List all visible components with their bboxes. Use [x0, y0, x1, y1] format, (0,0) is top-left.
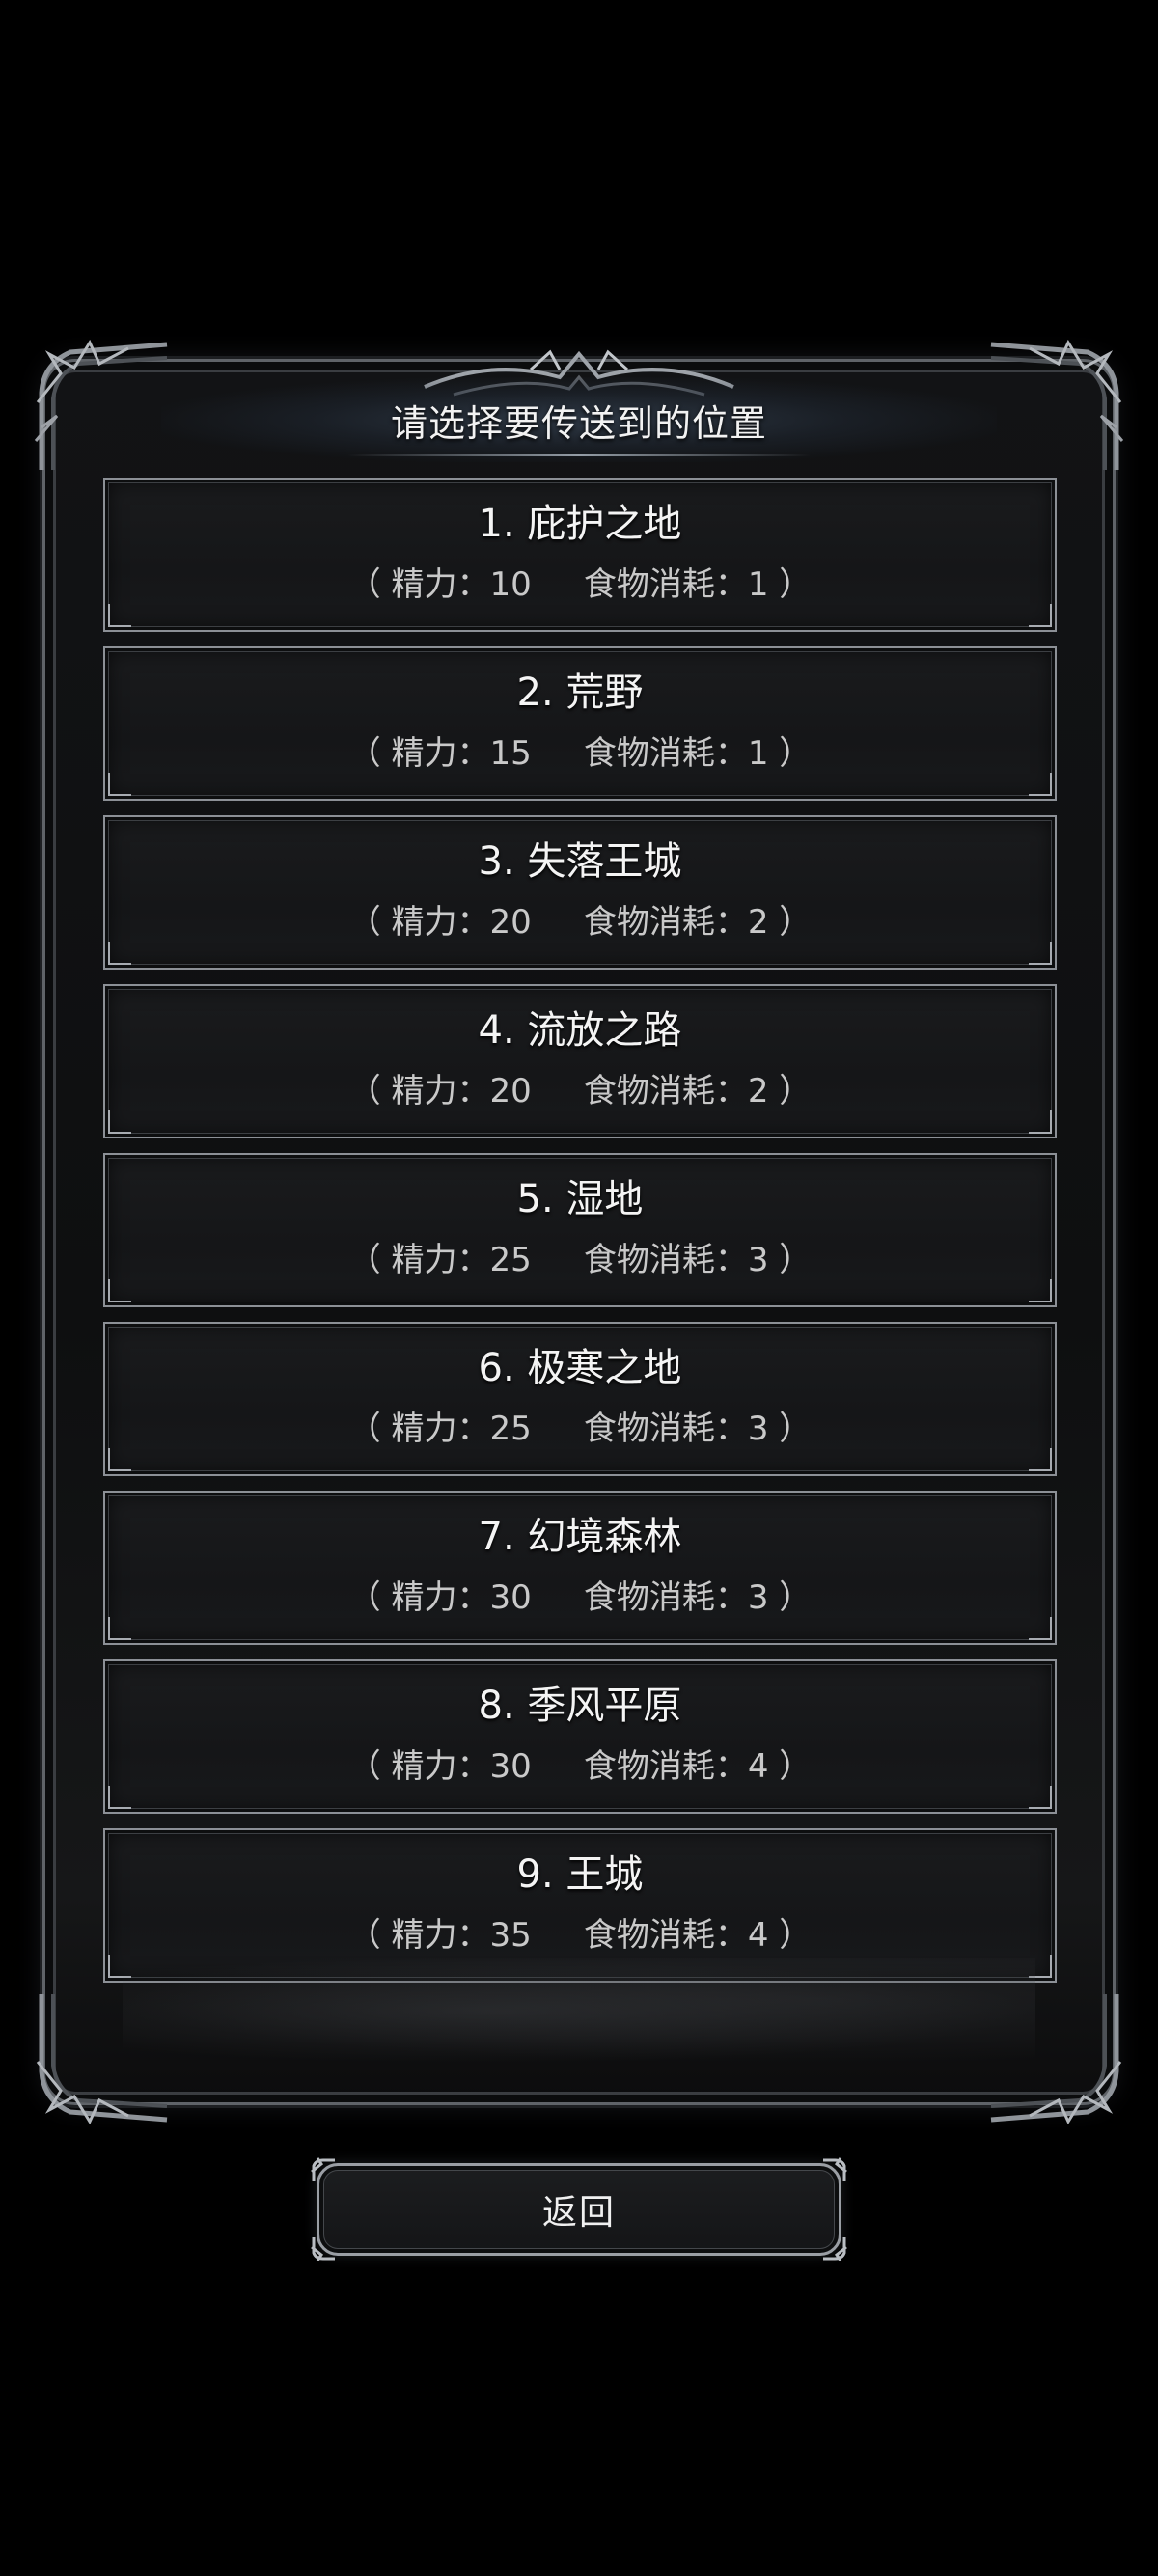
dialog-header: 请选择要传送到的位置 — [161, 377, 997, 462]
location-name: 8. 季风平原 — [478, 1684, 682, 1728]
location-option-1[interactable]: 1. 庇护之地 （ 精力：10 食物消耗：1 ） — [103, 478, 1057, 632]
location-option-3[interactable]: 3. 失落王城 （ 精力：20 食物消耗：2 ） — [103, 815, 1057, 970]
location-name: 7. 幻境森林 — [478, 1515, 682, 1559]
location-cost: （ 精力：15 食物消耗：1 ） — [347, 734, 813, 773]
title-divider — [347, 454, 811, 456]
button-ornament-icon — [310, 2156, 339, 2185]
location-name: 3. 失落王城 — [478, 839, 682, 884]
location-cost: （ 精力：20 食物消耗：2 ） — [347, 903, 813, 942]
location-cost: （ 精力：30 食物消耗：3 ） — [347, 1578, 813, 1617]
dialog-title: 请选择要传送到的位置 — [390, 401, 767, 445]
location-option-8[interactable]: 8. 季风平原 （ 精力：30 食物消耗：4 ） — [103, 1659, 1057, 1814]
corner-ornament-icon — [32, 335, 177, 480]
location-option-9[interactable]: 9. 王城 （ 精力：35 食物消耗：4 ） — [103, 1828, 1057, 1983]
location-name: 1. 庇护之地 — [478, 502, 682, 546]
location-option-7[interactable]: 7. 幻境森林 （ 精力：30 食物消耗：3 ） — [103, 1491, 1057, 1645]
button-ornament-icon — [819, 2233, 848, 2262]
location-option-6[interactable]: 6. 极寒之地 （ 精力：25 食物消耗：3 ） — [103, 1322, 1057, 1476]
return-button-label: 返回 — [541, 2193, 616, 2233]
location-name: 4. 流放之路 — [478, 1008, 682, 1053]
location-cost: （ 精力：10 食物消耗：1 ） — [347, 565, 813, 604]
location-name: 5. 湿地 — [516, 1177, 644, 1221]
location-option-5[interactable]: 5. 湿地 （ 精力：25 食物消耗：3 ） — [103, 1153, 1057, 1307]
location-cost: （ 精力：20 食物消耗：2 ） — [347, 1072, 813, 1110]
location-name: 6. 极寒之地 — [478, 1346, 682, 1390]
location-cost: （ 精力：25 食物消耗：3 ） — [347, 1410, 813, 1448]
location-cost: （ 精力：35 食物消耗：4 ） — [347, 1916, 813, 1955]
corner-ornament-icon — [981, 1985, 1126, 2129]
location-cost: （ 精力：25 食物消耗：3 ） — [347, 1241, 813, 1279]
corner-ornament-icon — [32, 1985, 177, 2129]
location-name: 9. 王城 — [516, 1852, 644, 1897]
location-option-4[interactable]: 4. 流放之路 （ 精力：20 食物消耗：2 ） — [103, 984, 1057, 1138]
return-button[interactable]: 返回 — [311, 2157, 847, 2261]
location-list: 1. 庇护之地 （ 精力：10 食物消耗：1 ） 2. 荒野 （ 精力：15 食… — [103, 478, 1057, 1997]
location-name: 2. 荒野 — [516, 671, 644, 715]
teleport-dialog: 请选择要传送到的位置 1. 庇护之地 （ 精力：10 食物消耗：1 ） 2. 荒… — [34, 339, 1124, 2125]
button-ornament-icon — [819, 2156, 848, 2185]
button-ornament-icon — [310, 2233, 339, 2262]
location-option-2[interactable]: 2. 荒野 （ 精力：15 食物消耗：1 ） — [103, 646, 1057, 801]
corner-ornament-icon — [981, 335, 1126, 480]
location-cost: （ 精力：30 食物消耗：4 ） — [347, 1747, 813, 1786]
